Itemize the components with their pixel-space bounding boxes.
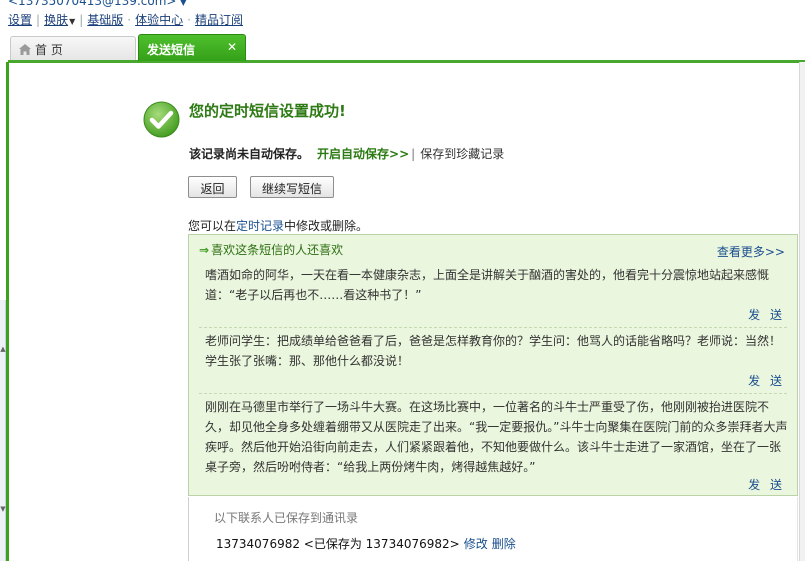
subscription-link[interactable]: 精品订阅 <box>195 13 243 27</box>
home-icon <box>19 44 31 55</box>
double-arrow-right-icon: ⇒ <box>199 243 210 257</box>
sms-message: 老师问学生：把成绩单给爸爸看了后，爸爸是怎样教育你的？学生问：他骂人的话能省略吗… <box>205 334 782 368</box>
saved-contact-entry: 13734076982 <已保存为 13734076982> <box>216 537 460 551</box>
skin-link[interactable]: 换肤 <box>44 13 68 27</box>
sms-message: 刚刚在马德里市举行了一场斗牛大赛。在这场比赛中，一位著名的斗牛士严重受了伤，他刚… <box>205 400 788 474</box>
nav-divider: | <box>79 13 84 27</box>
tab-send-sms-label: 发送短信 <box>147 43 196 57</box>
top-bar: <13735070413@139.com> ▼ 设置 | 换肤▼ | 基础版 · 体验中心 ·… <box>0 0 805 34</box>
close-icon[interactable]: ✕ <box>227 40 237 54</box>
tab-bar: 首 页 发送短信 ✕ <box>0 34 805 63</box>
edit-hint: 您可以在定时记录中修改或删除。 <box>188 217 368 234</box>
left-frame-border <box>6 62 9 561</box>
recommend-title: ⇒ 喜欢这条短信的人还喜欢 <box>199 241 343 258</box>
saved-contact-row: 13734076982 <已保存为 13734076982> 修改 删除 <box>216 535 516 552</box>
settings-link[interactable]: 设置 <box>8 13 32 27</box>
tab-underline <box>8 60 805 63</box>
tab-home-label: 首 页 <box>35 43 63 57</box>
success-title: 您的定时短信设置成功! <box>189 102 346 120</box>
edit-contact-link[interactable]: 修改 <box>464 537 488 551</box>
right-scrollbar[interactable] <box>799 62 805 561</box>
send-button[interactable]: 发 送 <box>748 372 785 389</box>
saved-contacts-note: 以下联系人已保存到通讯录 <box>214 511 359 525</box>
continue-writing-button[interactable]: 继续写短信 <box>250 176 334 198</box>
enable-autosave-link[interactable]: 开启自动保存>> <box>317 147 409 161</box>
chevron-down-icon[interactable]: ▼ <box>69 17 75 26</box>
left-scroll-strip[interactable]: ▲ ▼ <box>0 300 6 561</box>
edit-hint-prefix: 您可以在 <box>188 219 237 233</box>
arrow-down-icon[interactable]: ▼ <box>0 505 6 515</box>
tab-home[interactable]: 首 页 <box>10 36 136 60</box>
view-more-link[interactable]: 查看更多>> <box>717 243 785 260</box>
back-button[interactable]: 返回 <box>188 176 237 198</box>
sms-message: 嗜酒如命的阿华，一天在看一本健康杂志，上面全是讲解关于酗酒的害处的，他看完十分震… <box>205 268 770 302</box>
basic-version-link[interactable]: 基础版 <box>87 13 123 27</box>
save-to-favorites-link[interactable]: 保存到珍藏记录 <box>420 147 504 161</box>
send-button[interactable]: 发 送 <box>748 306 785 323</box>
unsaved-text: 该记录尚未自动保存。 <box>189 147 310 161</box>
nav-divider: | <box>36 13 41 27</box>
edit-hint-suffix: 中修改或删除。 <box>284 219 369 233</box>
nav-divider: · <box>187 13 191 27</box>
recommend-panel: ⇒ 喜欢这条短信的人还喜欢 查看更多>> 嗜酒如命的阿华，一天在看一本健康杂志，上… <box>188 234 798 496</box>
top-nav: 设置 | 换肤▼ | 基础版 · 体验中心 · 精品订阅 <box>8 11 243 28</box>
delete-contact-link[interactable]: 删除 <box>492 537 516 551</box>
tab-send-sms[interactable]: 发送短信 ✕ <box>138 34 246 61</box>
notice-divider: | <box>411 147 416 161</box>
chevron-down-icon[interactable]: ▼ <box>180 0 186 7</box>
message-divider <box>199 393 787 394</box>
recommend-title-text: 喜欢这条短信的人还喜欢 <box>211 243 344 257</box>
message-divider <box>199 327 787 328</box>
scheduled-records-link[interactable]: 定时记录 <box>236 219 284 233</box>
send-button[interactable]: 发 送 <box>748 476 785 493</box>
account-address[interactable]: <13735070413@139.com> ▼ <box>8 0 186 8</box>
autosave-notice: 该记录尚未自动保存。 开启自动保存>> | 保存到珍藏记录 <box>189 145 504 162</box>
arrow-up-icon[interactable]: ▲ <box>0 345 6 355</box>
nav-divider: · <box>127 13 132 27</box>
experience-center-link[interactable]: 体验中心 <box>135 13 183 27</box>
account-email[interactable]: <13735070413@139.com> <box>8 0 176 8</box>
check-circle-icon <box>143 101 180 138</box>
